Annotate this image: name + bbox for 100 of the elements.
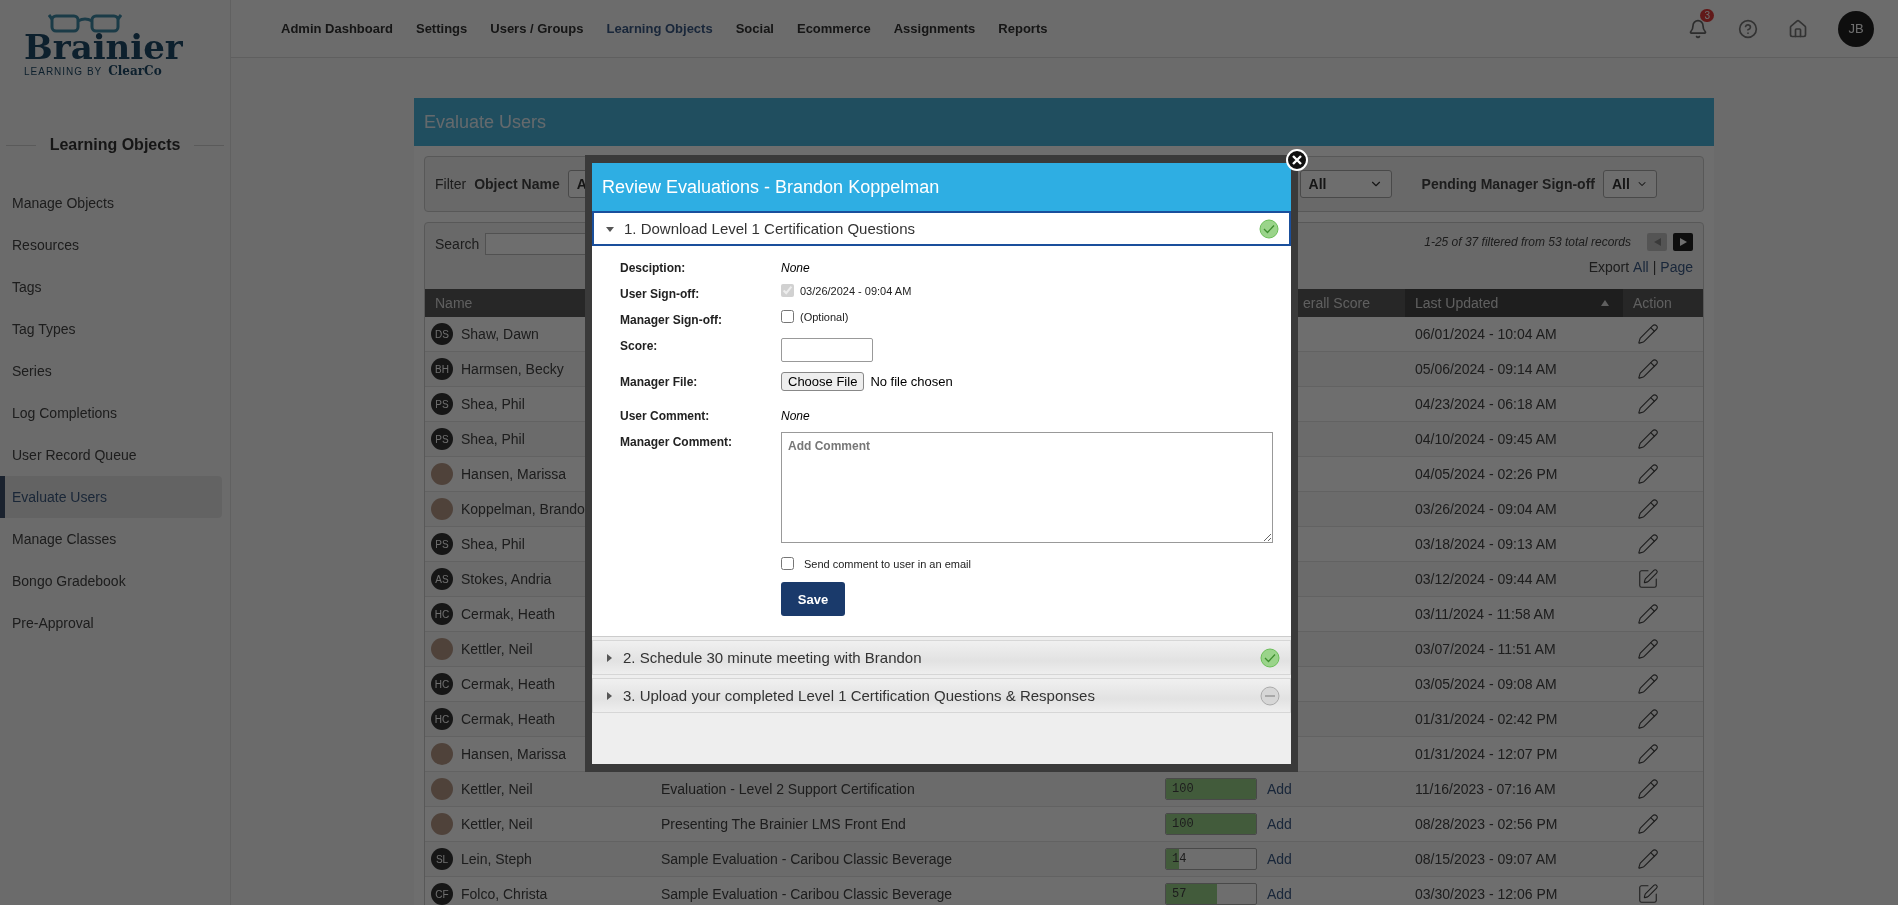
nav-link[interactable]: Assignments bbox=[893, 21, 976, 36]
score-field[interactable] bbox=[781, 338, 873, 362]
sidebar-item[interactable]: Manage Objects bbox=[0, 182, 222, 224]
nav-link[interactable]: Settings bbox=[415, 21, 468, 36]
field-value: None bbox=[781, 260, 811, 275]
nav-link[interactable]: Ecommerce bbox=[796, 21, 871, 36]
save-button[interactable]: Save bbox=[781, 582, 845, 616]
separator: | bbox=[1652, 259, 1657, 275]
add-link[interactable]: Add bbox=[1267, 816, 1292, 832]
pencil-icon[interactable] bbox=[1637, 428, 1659, 450]
score-meter[interactable]: 100 bbox=[1165, 813, 1257, 835]
user-photo bbox=[431, 463, 453, 485]
records-summary: 1-25 of 37 filtered from 53 total records bbox=[1424, 235, 1631, 249]
user-name: Folco, Christa bbox=[461, 886, 548, 902]
home-icon[interactable] bbox=[1788, 18, 1808, 39]
status-select[interactable]: All bbox=[1299, 170, 1392, 198]
choose-file-button[interactable]: Choose File bbox=[781, 372, 865, 391]
user-name: Koppelman, Brando bbox=[461, 501, 585, 517]
edit-square-icon[interactable] bbox=[1637, 568, 1659, 590]
pending-select[interactable]: All bbox=[1603, 170, 1657, 198]
export-label: Export bbox=[1588, 259, 1630, 275]
sidebar-item[interactable]: Tag Types bbox=[0, 308, 222, 350]
last-updated: 03/18/2024 - 09:13 AM bbox=[1414, 536, 1558, 552]
sidebar-item[interactable]: Series bbox=[0, 350, 222, 392]
export-all-link[interactable]: All bbox=[1633, 259, 1649, 275]
column-header[interactable]: Last Updated bbox=[1405, 289, 1623, 317]
score-value: 100 bbox=[1171, 817, 1194, 831]
right-triangle-icon bbox=[1679, 238, 1687, 246]
add-link[interactable]: Add bbox=[1267, 851, 1292, 867]
pencil-icon[interactable] bbox=[1637, 743, 1659, 765]
nav-link[interactable]: Users / Groups bbox=[490, 21, 584, 36]
field-label: User Comment: bbox=[620, 408, 711, 423]
nav-link[interactable]: Admin Dashboard bbox=[281, 21, 393, 36]
sidebar-item[interactable]: Manage Classes bbox=[0, 518, 222, 560]
pencil-icon[interactable] bbox=[1637, 848, 1659, 870]
sidebar-item[interactable]: Log Completions bbox=[0, 392, 222, 434]
logo-tagline: LEARNING BY ClearCo bbox=[24, 64, 162, 78]
last-updated: 03/12/2024 - 09:44 AM bbox=[1414, 571, 1558, 587]
user-photo bbox=[431, 498, 453, 520]
help-icon[interactable] bbox=[1738, 18, 1758, 39]
initials-avatar: HC bbox=[431, 673, 453, 695]
field-label: Manager Comment: bbox=[620, 434, 733, 449]
nav-link[interactable]: Learning Objects bbox=[606, 21, 713, 36]
user-name: Shea, Phil bbox=[461, 431, 525, 447]
user-avatar[interactable]: JB bbox=[1838, 10, 1874, 47]
section-header[interactable]: 1. Download Level 1 Certification Questions bbox=[592, 211, 1291, 246]
score-meter[interactable]: 14 bbox=[1165, 848, 1257, 870]
last-updated: 04/10/2024 - 09:45 AM bbox=[1414, 431, 1558, 447]
user-name: Harmsen, Becky bbox=[461, 361, 564, 377]
add-link[interactable]: Add bbox=[1267, 781, 1292, 797]
pencil-icon[interactable] bbox=[1637, 708, 1659, 730]
initials-avatar: PS bbox=[431, 393, 453, 415]
next-page-button[interactable] bbox=[1673, 233, 1693, 251]
pencil-icon[interactable] bbox=[1637, 533, 1659, 555]
object-name: Presenting The Brainier LMS Front End bbox=[661, 816, 906, 832]
user-name: Shaw, Dawn bbox=[461, 326, 539, 342]
nav-link[interactable]: Reports bbox=[998, 21, 1048, 36]
pencil-icon[interactable] bbox=[1637, 498, 1659, 520]
user-photo bbox=[431, 638, 453, 660]
user-name: Kettler, Neil bbox=[461, 816, 533, 832]
sidebar-item[interactable]: Resources bbox=[0, 224, 222, 266]
last-updated: 01/31/2024 - 12:07 PM bbox=[1414, 746, 1559, 762]
object-name: Evaluation - Level 2 Support Certification bbox=[661, 781, 915, 797]
dialog-title: Review Evaluations - Brandon Koppelman bbox=[592, 163, 1291, 211]
sidebar-item[interactable]: Pre-Approval bbox=[0, 602, 222, 644]
pencil-icon[interactable] bbox=[1637, 358, 1659, 380]
initials-avatar: HC bbox=[431, 708, 453, 730]
sidebar-item[interactable]: User Record Queue bbox=[0, 434, 222, 476]
sidebar-item[interactable]: Evaluate Users bbox=[0, 476, 222, 518]
add-link[interactable]: Add bbox=[1267, 886, 1292, 902]
comment-field[interactable]: Add Comment bbox=[781, 432, 1273, 543]
pencil-icon[interactable] bbox=[1637, 463, 1659, 485]
sidebar-item[interactable]: Bongo Gradebook bbox=[0, 560, 222, 602]
field-label: User Sign-off: bbox=[620, 286, 701, 301]
email-checkbox[interactable] bbox=[781, 557, 794, 570]
bell-icon[interactable] bbox=[1688, 18, 1708, 39]
section-header[interactable]: 2. Schedule 30 minute meeting with Brandon bbox=[592, 640, 1291, 675]
pencil-icon[interactable] bbox=[1637, 323, 1659, 345]
edit-square-icon[interactable] bbox=[1637, 883, 1659, 905]
nav-link[interactable]: Social bbox=[735, 21, 774, 36]
user-name: Lein, Steph bbox=[461, 851, 532, 867]
user-name: Hansen, Marissa bbox=[461, 466, 567, 482]
export-page-link[interactable]: Page bbox=[1660, 259, 1693, 275]
pencil-icon[interactable] bbox=[1637, 813, 1659, 835]
sidebar-item[interactable]: Tags bbox=[0, 266, 222, 308]
user-name: Shea, Phil bbox=[461, 536, 525, 552]
pencil-icon[interactable] bbox=[1637, 638, 1659, 660]
pencil-icon[interactable] bbox=[1637, 673, 1659, 695]
pencil-icon[interactable] bbox=[1637, 778, 1659, 800]
sign-off-checkbox[interactable] bbox=[781, 310, 794, 323]
score-meter[interactable]: 100 bbox=[1165, 778, 1257, 800]
score-meter[interactable]: 57 bbox=[1165, 883, 1257, 905]
notification-badge: 3 bbox=[1700, 8, 1714, 22]
user-name: Stokes, Andria bbox=[461, 571, 552, 587]
last-updated: 08/28/2023 - 02:56 PM bbox=[1414, 816, 1559, 832]
pencil-icon[interactable] bbox=[1637, 393, 1659, 415]
pencil-icon[interactable] bbox=[1637, 603, 1659, 625]
field-label: Score: bbox=[620, 338, 659, 353]
score-value: 57 bbox=[1171, 887, 1187, 901]
section-header[interactable]: 3. Upload your completed Level 1 Certification Questions & Responses bbox=[592, 678, 1291, 713]
